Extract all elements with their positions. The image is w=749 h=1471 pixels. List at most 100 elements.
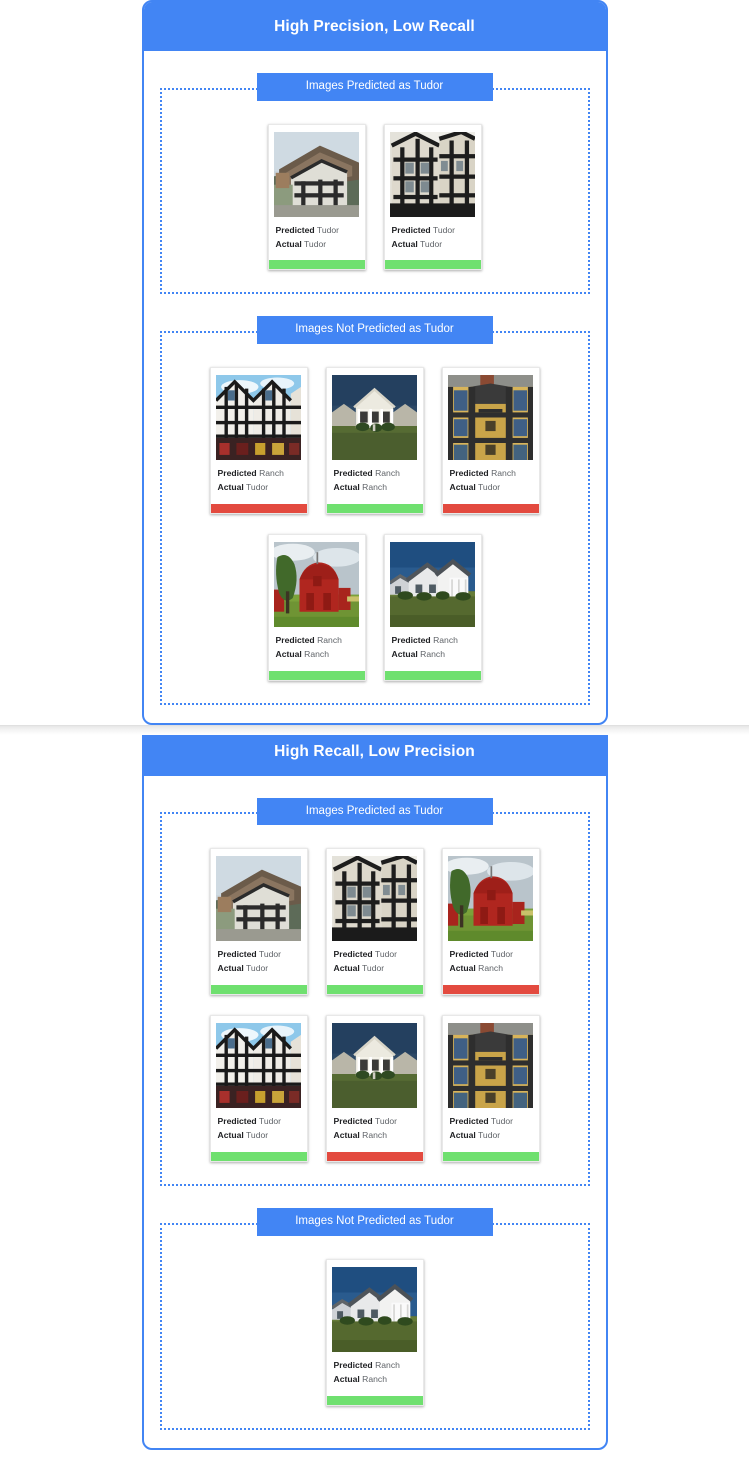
actual-value: Tudor [420,239,442,249]
card-labels: Predicted RanchActual Tudor [211,460,307,504]
house-image-ranch-white-colonial [332,375,417,460]
prediction-card[interactable]: Predicted RanchActual Tudor [442,367,540,514]
predicted-value: Ranch [433,635,458,645]
status-bar-correct [443,1152,539,1161]
prediction-card[interactable]: Predicted TudorActual Tudor [210,848,308,995]
actual-key: Actual [334,1130,360,1140]
card-row: Predicted TudorActual Tudor Predicted Tu… [172,1007,578,1170]
house-image-tudor-yellow-timber [448,1023,533,1108]
prediction-card[interactable]: Predicted TudorActual Ranch [442,848,540,995]
prediction-card[interactable]: Predicted TudorActual Ranch [326,1015,424,1162]
status-bar-correct [269,671,365,680]
group-dotted-box: Predicted TudorActual Tudor [160,88,590,295]
prediction-card[interactable]: Predicted RanchActual Ranch [384,534,482,681]
actual-key: Actual [392,239,418,249]
actual-label-line: Actual Ranch [334,1373,423,1387]
predicted-value: Tudor [317,225,339,235]
panel-body: Images Predicted as Tudor Predicted Tudo… [144,798,606,1448]
status-bar-correct [211,985,307,994]
predicted-key: Predicted [392,225,431,235]
predicted-value: Tudor [259,1116,281,1126]
house-image-ranch-red-barn [448,856,533,941]
group-dotted-box: Predicted RanchActual Ranch [160,1223,590,1430]
predicted-key: Predicted [218,949,257,959]
predicted-label-line: Predicted Tudor [334,1115,423,1129]
prediction-card[interactable]: Predicted RanchActual Tudor [210,367,308,514]
actual-label-line: Actual Ranch [392,648,481,662]
group-label: Images Not Predicted as Tudor [257,316,493,344]
scenario-panel-1: High Precision, Low RecallImages Predict… [142,0,608,725]
predicted-key: Predicted [276,225,315,235]
prediction-card[interactable]: Predicted TudorActual Tudor [384,124,482,271]
prediction-card[interactable]: Predicted RanchActual Ranch [268,534,366,681]
predicted-key: Predicted [334,1360,373,1370]
actual-label-line: Actual Tudor [334,962,423,976]
group-label: Images Predicted as Tudor [257,798,493,826]
actual-label-line: Actual Tudor [218,962,307,976]
prediction-card[interactable]: Predicted TudorActual Tudor [210,1015,308,1162]
status-bar-correct [385,260,481,269]
house-image-ranch-white-colonial [332,1023,417,1108]
house-image-tudor-blackwhite-townhouse [216,375,301,460]
panel-wrapper-1: High Precision, Low RecallImages Predict… [0,0,749,725]
actual-value: Ranch [362,1130,387,1140]
status-bar-correct [269,260,365,269]
predicted-label-line: Predicted Ranch [392,634,481,648]
precision-recall-comparison-page: High Precision, Low RecallImages Predict… [0,0,749,1450]
image-group: Images Predicted as Tudor Predicted Tudo… [160,73,590,294]
panel-title: High Recall, Low Precision [144,727,606,776]
actual-label-line: Actual Tudor [276,238,365,252]
prediction-card[interactable]: Predicted Tudor Actual Tudor [268,124,366,271]
status-bar-wrong [211,504,307,513]
prediction-card[interactable]: Predicted RanchActual Ranch [326,1259,424,1406]
group-label: Images Not Predicted as Tudor [257,1208,493,1236]
card-labels: Predicted RanchActual Ranch [269,627,365,671]
actual-value: Tudor [246,482,268,492]
house-image-tudor-timber-cottage [274,132,359,217]
predicted-key: Predicted [450,1116,489,1126]
card-labels: Predicted TudorActual Ranch [327,1108,423,1152]
predicted-value: Tudor [433,225,455,235]
house-image-tudor-yellow-timber [448,375,533,460]
actual-value: Tudor [246,963,268,973]
actual-value: Ranch [362,482,387,492]
actual-value: Ranch [304,649,329,659]
predicted-key: Predicted [276,635,315,645]
predicted-value: Ranch [375,468,400,478]
actual-label-line: Actual Ranch [450,962,539,976]
house-image-ranch-suburban-house [390,542,475,627]
card-row: Predicted RanchActual Ranch [172,1251,578,1414]
predicted-label-line: Predicted Ranch [218,467,307,481]
prediction-card[interactable]: Predicted TudorActual Tudor [326,848,424,995]
status-bar-correct [327,504,423,513]
predicted-label-line: Predicted Tudor [392,224,481,238]
card-labels: Predicted TudorActual Tudor [385,217,481,261]
actual-label-line: Actual Ranch [334,481,423,495]
predicted-key: Predicted [334,949,373,959]
predicted-key: Predicted [334,1116,373,1126]
group-dotted-box: Predicted TudorActual Tudor [160,812,590,1186]
predicted-key: Predicted [218,1116,257,1126]
status-bar-wrong [327,1152,423,1161]
status-bar-wrong [443,504,539,513]
card-row: Predicted TudorActual Tudor [172,840,578,1003]
status-bar-correct [211,1152,307,1161]
predicted-value: Ranch [259,468,284,478]
predicted-label-line: Predicted Ranch [334,467,423,481]
prediction-card[interactable]: Predicted RanchActual Ranch [326,367,424,514]
actual-key: Actual [276,239,302,249]
predicted-label-line: Predicted Tudor [218,948,307,962]
predicted-key: Predicted [450,468,489,478]
actual-value: Ranch [362,1374,387,1384]
predicted-key: Predicted [450,949,489,959]
predicted-label-line: Predicted Ranch [334,1359,423,1373]
prediction-card[interactable]: Predicted TudorActual Tudor [442,1015,540,1162]
actual-key: Actual [450,963,476,973]
actual-value: Tudor [478,482,500,492]
actual-label-line: Actual Ranch [276,648,365,662]
status-bar-wrong [443,985,539,994]
predicted-label-line: Predicted Tudor [218,1115,307,1129]
predicted-key: Predicted [392,635,431,645]
card-labels: Predicted RanchActual Tudor [443,460,539,504]
status-bar-correct [385,671,481,680]
